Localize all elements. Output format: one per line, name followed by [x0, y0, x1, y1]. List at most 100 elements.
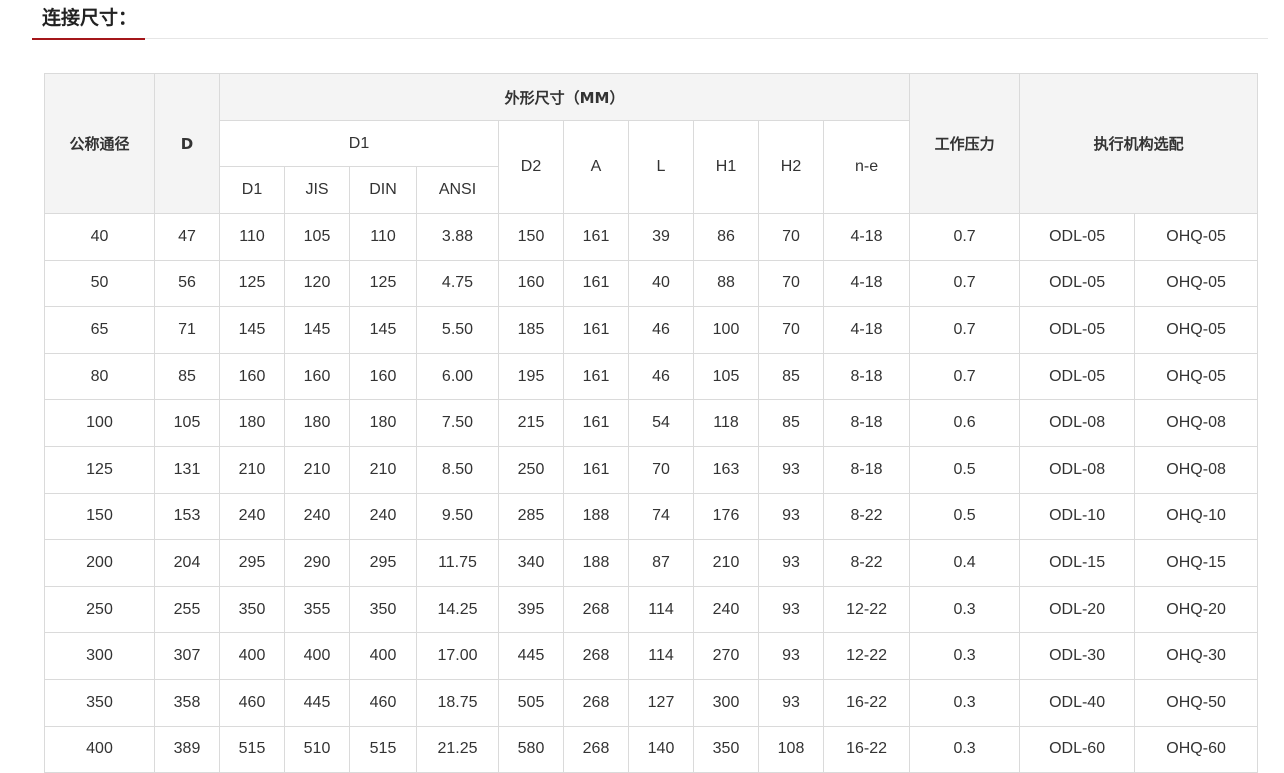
cell-d2: 215	[498, 399, 564, 447]
cell-nominal-diameter: 40	[44, 213, 155, 261]
cell-h1: 105	[693, 352, 759, 401]
cell-nominal-diameter: 125	[44, 445, 155, 494]
cell-working-pressure: 0.3	[909, 585, 1021, 634]
cell-a: 161	[563, 445, 629, 494]
cell-din: 350	[349, 585, 417, 634]
cell-jis: 400	[284, 632, 350, 680]
cell-n-e: 4-18	[822, 259, 911, 308]
cell-working-pressure: 0.7	[909, 213, 1021, 261]
cell-nominal-diameter: 350	[44, 678, 155, 727]
cell-d1: 240	[219, 492, 285, 541]
cell-d: 153	[154, 492, 220, 541]
cell-a: 161	[563, 259, 629, 308]
cell-jis: 290	[284, 539, 350, 587]
cell-h2: 70	[758, 259, 824, 308]
cell-n-e: 8-18	[822, 445, 911, 494]
cell-n-e: 12-22	[822, 585, 911, 634]
cell-d: 56	[154, 259, 220, 308]
header-d: D	[154, 73, 220, 214]
cell-l: 39	[628, 213, 694, 261]
header-actuator: 执行机构选配	[1019, 73, 1259, 214]
cell-din: 160	[349, 352, 417, 401]
cell-h2: 93	[758, 445, 824, 494]
cell-a: 268	[563, 585, 629, 634]
cell-actuator-ohq: OHQ-08	[1134, 445, 1259, 494]
cell-n-e: 16-22	[822, 725, 911, 773]
cell-a: 161	[563, 213, 629, 261]
cell-actuator-odl: ODL-05	[1019, 213, 1136, 261]
header-ansi: ANSI	[416, 166, 499, 214]
cell-d: 255	[154, 585, 220, 634]
cell-actuator-odl: ODL-15	[1019, 539, 1136, 587]
cell-d: 105	[154, 399, 220, 447]
cell-d2: 195	[498, 352, 564, 401]
cell-jis: 160	[284, 352, 350, 401]
cell-n-e: 8-22	[822, 539, 911, 587]
cell-h2: 70	[758, 306, 824, 354]
header-jis: JIS	[284, 166, 350, 214]
cell-d1: 160	[219, 352, 285, 401]
cell-din: 125	[349, 259, 417, 308]
cell-working-pressure: 0.6	[909, 399, 1021, 447]
cell-d1: 180	[219, 399, 285, 447]
cell-h1: 88	[693, 259, 759, 308]
cell-n-e: 4-18	[822, 213, 911, 261]
table-row: 50 56 125 120 125 4.75 160 161 40 88 70 4-18 0.7 ODL-…	[44, 259, 1259, 308]
cell-jis: 180	[284, 399, 350, 447]
cell-d2: 150	[498, 213, 564, 261]
cell-h1: 176	[693, 492, 759, 541]
cell-working-pressure: 0.7	[909, 352, 1021, 401]
cell-actuator-odl: ODL-05	[1019, 259, 1136, 308]
table-row: 300 307 400 400 400 17.00 445 268 114 270 93 12-22 0…	[44, 632, 1259, 680]
header-nominal-diameter: 公称通径	[44, 73, 155, 214]
cell-h1: 118	[693, 399, 759, 447]
cell-d: 47	[154, 213, 220, 261]
cell-h2: 85	[758, 352, 824, 401]
header-n-e: n-e	[822, 120, 911, 214]
cell-d: 307	[154, 632, 220, 680]
cell-l: 87	[628, 539, 694, 587]
cell-d1: 145	[219, 306, 285, 354]
cell-d1: 400	[219, 632, 285, 680]
cell-d2: 395	[498, 585, 564, 634]
header-d1-group: D1	[219, 120, 499, 167]
cell-h1: 210	[693, 539, 759, 587]
cell-h2: 93	[758, 539, 824, 587]
cell-l: 114	[628, 585, 694, 634]
cell-ansi: 14.25	[416, 585, 499, 634]
cell-l: 114	[628, 632, 694, 680]
cell-d1: 110	[219, 213, 285, 261]
header-a: A	[563, 120, 629, 214]
cell-jis: 105	[284, 213, 350, 261]
cell-nominal-diameter: 100	[44, 399, 155, 447]
table-row: 80 85 160 160 160 6.00 195 161 46 105 85 8-18 0.7 ODL…	[44, 352, 1259, 401]
cell-a: 161	[563, 352, 629, 401]
table-body: 40 47 110 105 110 3.88 150 161 39 86 70 4-18 0.7 ODL-…	[44, 213, 1259, 773]
cell-n-e: 8-18	[822, 399, 911, 447]
cell-d: 389	[154, 725, 220, 773]
section-title: 连接尺寸：	[42, 7, 138, 29]
cell-din: 240	[349, 492, 417, 541]
cell-actuator-odl: ODL-30	[1019, 632, 1136, 680]
cell-jis: 210	[284, 445, 350, 494]
cell-ansi: 8.50	[416, 445, 499, 494]
cell-ansi: 7.50	[416, 399, 499, 447]
cell-actuator-ohq: OHQ-05	[1134, 352, 1259, 401]
cell-din: 110	[349, 213, 417, 261]
cell-din: 295	[349, 539, 417, 587]
cell-actuator-ohq: OHQ-10	[1134, 492, 1259, 541]
header-d1: D1	[219, 166, 285, 214]
cell-nominal-diameter: 150	[44, 492, 155, 541]
cell-l: 40	[628, 259, 694, 308]
header-h1: H1	[693, 120, 759, 214]
cell-d: 131	[154, 445, 220, 494]
cell-jis: 145	[284, 306, 350, 354]
header-dimensions: 外形尺寸（MM）	[218, 73, 911, 121]
table-row: 65 71 145 145 145 5.50 185 161 46 100 70 4-18 0.7 ODL…	[44, 306, 1259, 354]
cell-n-e: 4-18	[822, 306, 911, 354]
cell-a: 268	[563, 678, 629, 727]
section-header: 连接尺寸：	[32, 0, 1268, 40]
cell-ansi: 9.50	[416, 492, 499, 541]
header-d2: D2	[498, 120, 564, 214]
cell-h1: 300	[693, 678, 759, 727]
